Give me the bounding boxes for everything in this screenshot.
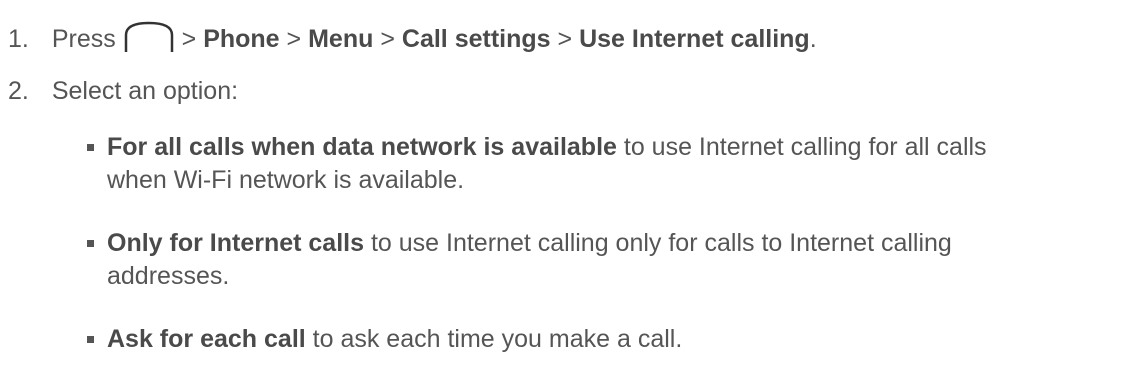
step-1: 1. Press > Phone > Menu > Call settings … [8, 20, 817, 54]
step-number: 1. [8, 25, 29, 53]
menu-menu: Menu [308, 25, 374, 53]
step-2: 2. Select an option: [8, 76, 238, 106]
bullet-icon [87, 336, 94, 343]
step-text: Select an option: [51, 77, 239, 105]
home-icon [123, 20, 175, 54]
bullet-icon [87, 240, 94, 247]
menu-phone: Phone [203, 25, 280, 53]
option-title: For all calls when data network is avail… [107, 133, 617, 161]
press-text: Press [51, 25, 116, 53]
bullet-icon [87, 144, 94, 151]
step-number: 2. [8, 77, 29, 105]
option-title: Ask for each call [107, 325, 306, 353]
menu-use-internet-calling: Use Internet calling [579, 25, 810, 53]
menu-call-settings: Call settings [401, 25, 551, 53]
option-title: Only for Internet calls [107, 229, 365, 257]
